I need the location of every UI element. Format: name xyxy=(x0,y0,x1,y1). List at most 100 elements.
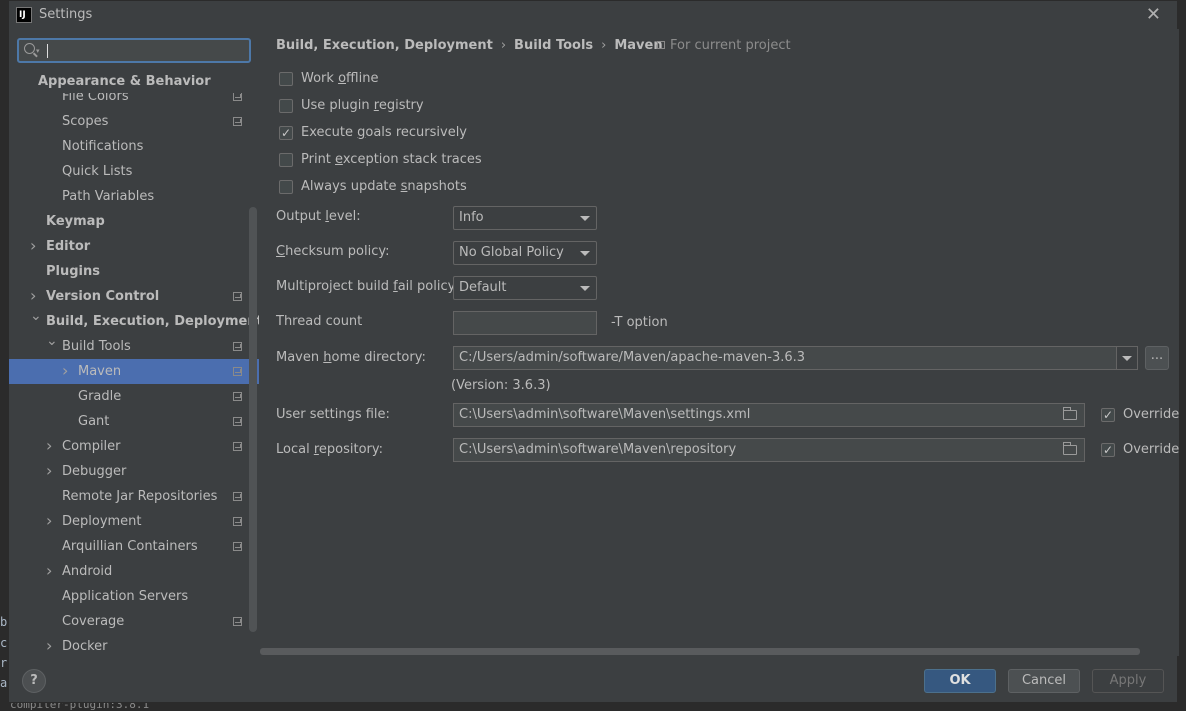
sidebar-item[interactable]: › Debugger xyxy=(9,459,259,484)
label-text: napshots xyxy=(407,179,467,194)
settings-content: Build, Execution, Deployment › Build Tools… xyxy=(260,29,1179,656)
bg-text-fragment: b xyxy=(0,615,8,629)
tree-header-label: Appearance & Behavior xyxy=(38,74,211,89)
label-text: ffline xyxy=(346,71,379,86)
checkbox-box[interactable] xyxy=(279,153,293,167)
dropdown-arrow-icon xyxy=(580,286,590,291)
checkbox-box[interactable] xyxy=(1101,441,1115,459)
checkbox-label: Work offline xyxy=(301,70,378,88)
sidebar-item-label: Path Variables xyxy=(62,189,155,204)
intellij-logo-icon: IJ xyxy=(16,7,32,23)
sidebar-item[interactable]: ⌄ Build Tools xyxy=(9,333,259,359)
chevron-right-icon[interactable]: › xyxy=(46,558,52,583)
sidebar-item[interactable]: Plugins xyxy=(9,259,259,284)
close-icon[interactable]: ✕ xyxy=(1146,4,1161,25)
project-scope-icon xyxy=(233,417,242,426)
tree-sticky-header[interactable]: Appearance & Behavior xyxy=(9,69,259,93)
project-scope-icon xyxy=(233,367,242,376)
chevron-down-icon[interactable]: ⌄ xyxy=(46,329,58,354)
thread-count-label: Thread count xyxy=(276,314,363,329)
chevron-right-icon[interactable]: › xyxy=(62,358,68,383)
project-scope-icon xyxy=(657,41,665,49)
sidebar-item[interactable]: Remote Jar Repositories xyxy=(9,484,259,509)
local-repository-input[interactable]: C:\Users\admin\software\Maven\repository xyxy=(453,438,1085,462)
sidebar-item[interactable]: › Maven xyxy=(9,359,259,384)
ok-button[interactable]: OK xyxy=(924,669,996,693)
sidebar-item[interactable]: Gradle xyxy=(9,384,259,409)
checkbox-box[interactable] xyxy=(279,124,293,142)
maven-home-input[interactable]: C:/Users/admin/software/Maven/apache-mav… xyxy=(453,346,1117,370)
sidebar-item[interactable]: Application Servers xyxy=(9,584,259,609)
checksum-policy-label: Checksum policy: xyxy=(276,244,390,259)
project-scope-icon xyxy=(233,92,242,101)
label-text: ome directory: xyxy=(331,350,426,365)
label-text: Use plugin xyxy=(301,98,374,113)
label-mnemonic: e xyxy=(335,152,343,167)
fail-policy-select[interactable]: Default xyxy=(453,276,597,300)
apply-button[interactable]: Apply xyxy=(1092,669,1164,693)
cancel-button[interactable]: Cancel xyxy=(1008,669,1080,693)
output-level-select[interactable]: Info xyxy=(453,206,597,230)
chevron-right-icon[interactable]: › xyxy=(46,458,52,483)
chevron-down-icon[interactable]: ⌄ xyxy=(30,304,42,329)
sidebar-item[interactable]: Coverage xyxy=(9,609,259,634)
output-level-label: Output level: xyxy=(276,209,361,224)
project-scope-icon xyxy=(233,617,242,626)
folder-icon[interactable] xyxy=(1063,407,1077,420)
text-cursor xyxy=(47,44,48,58)
sidebar-item[interactable]: › Android xyxy=(9,559,259,584)
sidebar-item-label: Gant xyxy=(78,414,110,429)
thread-count-input[interactable] xyxy=(453,311,597,335)
settings-tree: Appearance & Behavior File Colors Scopes N… xyxy=(9,69,259,656)
search-box[interactable]: ▾ xyxy=(17,38,251,63)
label-text: Maven xyxy=(276,350,324,365)
sidebar-item-label: Notifications xyxy=(62,139,144,154)
sidebar-item[interactable]: Gant xyxy=(9,409,259,434)
chevron-right-icon[interactable]: › xyxy=(30,233,36,258)
sidebar-item-label: Compiler xyxy=(62,439,121,454)
chevron-right-icon[interactable]: › xyxy=(46,433,52,458)
sidebar-item[interactable]: › Docker xyxy=(9,634,259,656)
breadcrumb: Build, Execution, Deployment › Build Tools… xyxy=(276,38,663,53)
sidebar-item[interactable]: Notifications xyxy=(9,134,259,159)
checkbox-box[interactable] xyxy=(279,180,293,194)
sidebar-item[interactable]: Quick Lists xyxy=(9,159,259,184)
label-mnemonic: o xyxy=(338,71,347,86)
folder-icon[interactable] xyxy=(1063,442,1077,455)
sidebar-item[interactable]: › Version Control xyxy=(9,284,259,309)
checksum-policy-select[interactable]: No Global Policy xyxy=(453,241,597,265)
sidebar-item-label: Editor xyxy=(46,239,91,254)
breadcrumb-part: Maven xyxy=(614,38,663,53)
sidebar-item-label: Android xyxy=(62,564,113,579)
help-button[interactable]: ? xyxy=(22,669,46,693)
sidebar-item-label: Arquillian Containers xyxy=(62,539,198,554)
project-scope-icon xyxy=(233,342,242,351)
chevron-right-icon[interactable]: › xyxy=(46,633,52,656)
sidebar-item-label: Maven xyxy=(78,364,122,379)
sidebar-item[interactable]: Keymap xyxy=(9,209,259,234)
label-text: Print xyxy=(301,152,336,167)
search-input[interactable] xyxy=(46,41,246,60)
chevron-down-icon: ▾ xyxy=(36,47,40,55)
sidebar-item[interactable]: Path Variables xyxy=(9,184,259,209)
bg-text-fragment: a xyxy=(0,676,8,690)
output-level-value: Info xyxy=(459,210,484,225)
sidebar-item[interactable]: › Compiler xyxy=(9,434,259,459)
sidebar-item[interactable]: Arquillian Containers xyxy=(9,534,259,559)
maven-home-browse-button[interactable]: ... xyxy=(1145,346,1169,370)
tree-scrollbar[interactable] xyxy=(249,207,257,632)
sidebar-item[interactable]: Scopes xyxy=(9,109,259,134)
checkbox-box[interactable] xyxy=(279,72,293,86)
label-text: Always update xyxy=(301,179,401,194)
sidebar-item[interactable]: › Editor xyxy=(9,234,259,259)
content-horizontal-scrollbar[interactable] xyxy=(260,648,1140,655)
label-text: hecksum policy: xyxy=(285,244,390,259)
label-text: Output xyxy=(276,209,326,224)
sidebar-item[interactable]: › Deployment xyxy=(9,509,259,534)
chevron-right-icon[interactable]: › xyxy=(46,508,52,533)
checkbox-box[interactable] xyxy=(1101,406,1115,424)
maven-home-dropdown[interactable] xyxy=(1116,346,1138,370)
checkbox-box[interactable] xyxy=(279,99,293,113)
user-settings-input[interactable]: C:\Users\admin\software\Maven\settings.x… xyxy=(453,403,1085,427)
label-text: Local xyxy=(276,442,314,457)
